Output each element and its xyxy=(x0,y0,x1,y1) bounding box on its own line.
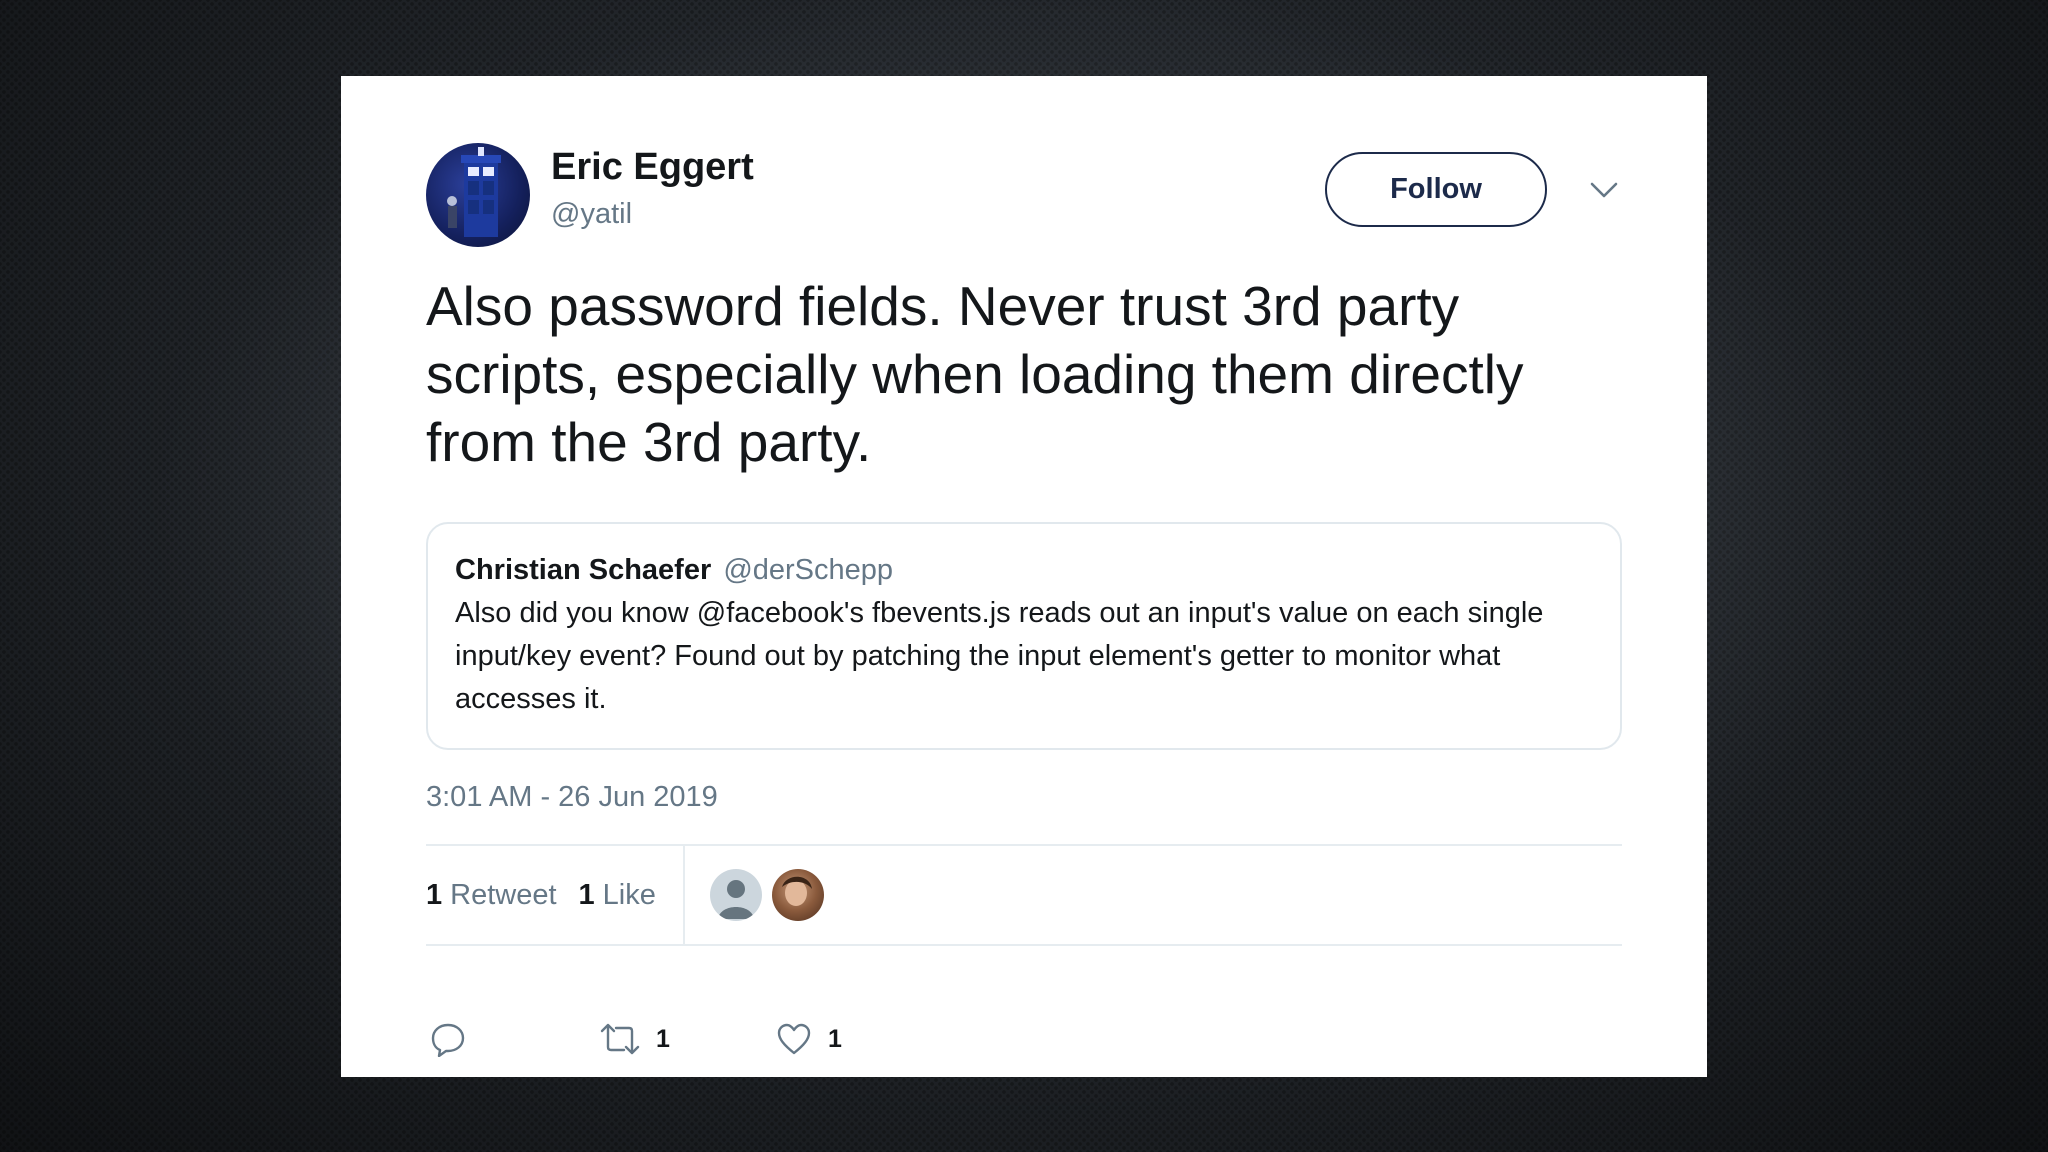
like-button[interactable]: 1 xyxy=(776,1019,842,1059)
quoted-author-handle: @derSchepp xyxy=(723,554,894,586)
tweet-timestamp[interactable]: 3:01 AM - 26 Jun 2019 xyxy=(426,781,718,814)
reply-button[interactable] xyxy=(430,1019,466,1059)
tweet-stats: 1 Retweet 1 Like xyxy=(426,846,678,944)
like-stat[interactable]: 1 Like xyxy=(579,879,656,912)
like-stat-label: Like xyxy=(602,878,656,911)
chevron-down-icon xyxy=(1590,182,1618,198)
divider xyxy=(426,944,1622,946)
reply-icon xyxy=(431,1023,465,1057)
liker-avatar[interactable] xyxy=(772,869,824,921)
more-options-button[interactable] xyxy=(1586,172,1622,208)
quoted-author-name: Christian Schaefer xyxy=(455,554,712,586)
author-handle[interactable]: @yatil xyxy=(551,198,632,231)
stats-separator xyxy=(683,846,685,944)
profile-photo xyxy=(782,876,812,906)
tweet-text: Also password fields. Never trust 3rd pa… xyxy=(426,275,1524,473)
follow-button[interactable]: Follow xyxy=(1325,152,1547,227)
police-box-image xyxy=(447,147,501,237)
quoted-tweet-text: Also did you know @facebook's fbevents.j… xyxy=(455,597,1544,715)
tweet-card: Eric Eggert @yatil Follow Also password … xyxy=(341,76,1707,1077)
author-name[interactable]: Eric Eggert xyxy=(551,146,754,189)
like-count: 1 xyxy=(828,1024,842,1053)
heart-icon xyxy=(777,1023,811,1055)
retweet-button[interactable]: 1 xyxy=(600,1019,670,1059)
retweet-count: 1 xyxy=(656,1024,670,1053)
like-stat-count: 1 xyxy=(578,878,595,911)
default-profile-icon xyxy=(718,880,754,919)
author-avatar[interactable] xyxy=(426,143,530,247)
retweet-stat-count: 1 xyxy=(426,878,443,911)
retweet-icon xyxy=(600,1023,640,1055)
liker-avatar[interactable] xyxy=(710,869,762,921)
quoted-tweet[interactable]: Christian Schaefer @derSchepp Also did y… xyxy=(426,522,1622,750)
quoted-tweet-header: Christian Schaefer @derSchepp xyxy=(455,552,1594,588)
retweet-stat-label: Retweet xyxy=(450,878,557,911)
retweet-stat[interactable]: 1 Retweet xyxy=(426,879,557,912)
